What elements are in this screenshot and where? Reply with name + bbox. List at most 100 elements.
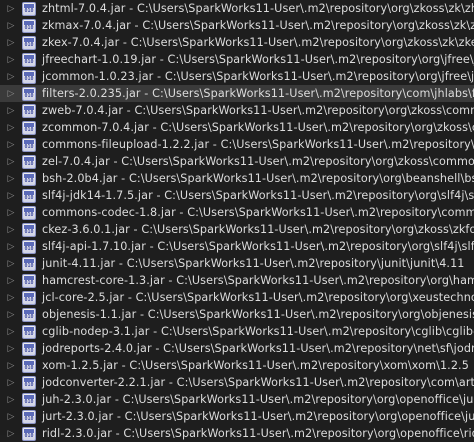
jar-name: zcommon-7.0.4.jar [42,121,149,134]
jar-path: C:\Users\SparkWorks11-User\.m2\repositor… [121,155,474,168]
tree-row[interactable]: ▷ zweb-7.0.4.jar - C:\Users\SparkWorks11-… [0,102,474,119]
jar-path: C:\Users\SparkWorks11-User\.m2\repositor… [128,172,474,185]
tree-row-label: jurt-2.3.0.jar - C:\Users\SparkWorks11-U… [42,410,474,423]
tree-row-label: ridl-2.3.0.jar - C:\Users\SparkWorks11-U… [42,427,474,440]
tree-row[interactable]: ▷ zhtml-7.0.4.jar - C:\Users\SparkWorks11… [0,0,474,17]
jar-name: jodreports-2.4.0.jar [42,342,152,355]
jar-path: C:\Users\SparkWorks11-User\.m2\repositor… [187,206,474,219]
jar-path: C:\Users\SparkWorks11-User\.m2\repositor… [147,308,474,321]
chevron-right-icon[interactable]: ▷ [0,170,22,187]
chevron-right-icon[interactable]: ▷ [0,136,22,153]
jar-file-icon [22,120,36,135]
chevron-right-icon[interactable]: ▷ [0,34,22,51]
tree-row[interactable]: ▷ juh-2.3.0.jar - C:\Users\SparkWorks11-U… [0,391,474,408]
jar-file-icon [22,392,36,407]
tree-row-label: slf4j-jdk14-1.7.5.jar - C:\Users\SparkWo… [42,189,474,202]
jar-path: C:\Users\SparkWorks11-User\.m2\repositor… [135,291,474,304]
jar-name: objenesis-1.1.jar [42,308,137,321]
jar-file-icon [22,18,36,33]
tree-row[interactable]: ▷ commons-fileupload-1.2.2.jar - C:\Users… [0,136,474,153]
maven-dependencies-tree: ▷ zhtml-7.0.4.jar - C:\Users\SparkWorks11… [0,0,474,441]
chevron-right-icon[interactable]: ▷ [0,306,22,323]
tree-row[interactable]: ▷ jfreechart-1.0.19.jar - C:\Users\SparkW… [0,51,474,68]
chevron-right-icon[interactable]: ▷ [0,153,22,170]
tree-row[interactable]: ▷ cglib-nodep-3.1.jar - C:\Users\SparkWor… [0,323,474,340]
tree-row[interactable]: ▷ xom-1.2.5.jar - C:\Users\SparkWorks11-U… [0,357,474,374]
tree-row-label: bsh-2.0b4.jar - C:\Users\SparkWorks11-Us… [42,172,474,185]
tree-row-label: zel-7.0.4.jar - C:\Users\SparkWorks11-Us… [42,155,474,168]
tree-row-label: commons-codec-1.8.jar - C:\Users\SparkWo… [42,206,474,219]
jar-name: zkex-7.0.4.jar [42,36,120,49]
jar-path: C:\Users\SparkWorks11-User\.m2\repositor… [164,70,474,83]
tree-row-label: zkmax-7.0.4.jar - C:\Users\SparkWorks11-… [42,19,474,32]
jar-name: zweb-7.0.4.jar [42,104,124,117]
chevron-right-icon[interactable]: ▷ [0,425,22,442]
jar-path: C:\Users\SparkWorks11-User\.m2\repositor… [129,359,469,372]
tree-row[interactable]: ▷ filters-2.0.235.jar - C:\Users\SparkWor… [0,85,474,102]
jar-file-icon [22,239,36,254]
tree-row[interactable]: ▷ ridl-2.3.0.jar - C:\Users\SparkWorks11-… [0,425,474,442]
tree-row[interactable]: ▷ zel-7.0.4.jar - C:\Users\SparkWorks11-U… [0,153,474,170]
chevron-right-icon[interactable]: ▷ [0,51,22,68]
chevron-right-icon[interactable]: ▷ [0,85,22,102]
separator: - [148,121,161,134]
separator: - [152,189,165,202]
tree-row[interactable]: ▷ zkex-7.0.4.jar - C:\Users\SparkWorks11-… [0,34,474,51]
jar-path: C:\Users\SparkWorks11-User\.m2\repositor… [176,274,474,287]
jar-name: ckez-3.6.0.1.jar [42,223,130,236]
tree-row-label: objenesis-1.1.jar - C:\Users\SparkWorks1… [42,308,474,321]
tree-row[interactable]: ▷ zkmax-7.0.4.jar - C:\Users\SparkWorks11… [0,17,474,34]
tree-row[interactable]: ▷ slf4j-api-1.7.10.jar - C:\Users\SparkWo… [0,238,474,255]
tree-row[interactable]: ▷ slf4j-jdk14-1.7.5.jar - C:\Users\SparkW… [0,187,474,204]
tree-row[interactable]: ▷ jurt-2.3.0.jar - C:\Users\SparkWorks11-… [0,408,474,425]
tree-row[interactable]: ▷ jcl-core-2.5.jar - C:\Users\SparkWorks1… [0,289,474,306]
jar-file-icon [22,324,36,339]
tree-row[interactable]: ▷ junit-4.11.jar - C:\Users\SparkWorks11-… [0,255,474,272]
chevron-right-icon[interactable]: ▷ [0,272,22,289]
jar-file-icon [22,290,36,305]
tree-row-label: slf4j-api-1.7.10.jar - C:\Users\SparkWor… [42,240,474,253]
jar-file-icon [22,171,36,186]
chevron-right-icon[interactable]: ▷ [0,374,22,391]
separator: - [164,274,177,287]
chevron-right-icon[interactable]: ▷ [0,0,22,17]
tree-row[interactable]: ▷ jodconverter-2.2.1.jar - C:\Users\Spark… [0,374,474,391]
chevron-right-icon[interactable]: ▷ [0,119,22,136]
tree-row[interactable]: ▷ commons-codec-1.8.jar - C:\Users\SparkW… [0,204,474,221]
chevron-right-icon[interactable]: ▷ [0,408,22,425]
tree-row[interactable]: ▷ jodreports-2.4.0.jar - C:\Users\SparkWo… [0,340,474,357]
tree-row[interactable]: ▷ zcommon-7.0.4.jar - C:\Users\SparkWorks… [0,119,474,136]
jar-path: C:\Users\SparkWorks11-User\.m2\repositor… [163,342,474,355]
jar-path: C:\Users\SparkWorks11-User\.m2\repositor… [157,240,474,253]
jar-name: jurt-2.3.0.jar [42,410,114,423]
tree-row[interactable]: ▷ hamcrest-core-1.3.jar - C:\Users\SparkW… [0,272,474,289]
tree-row[interactable]: ▷ jcommon-1.0.23.jar - C:\Users\SparkWork… [0,68,474,85]
chevron-right-icon[interactable]: ▷ [0,221,22,238]
tree-row[interactable]: ▷ ckez-3.6.0.1.jar - C:\Users\SparkWorks1… [0,221,474,238]
tree-row-label: ckez-3.6.0.1.jar - C:\Users\SparkWorks11… [42,223,474,236]
chevron-right-icon[interactable]: ▷ [0,391,22,408]
tree-row-label: cglib-nodep-3.1.jar - C:\Users\SparkWork… [42,325,474,338]
chevron-right-icon[interactable]: ▷ [0,323,22,340]
chevron-right-icon[interactable]: ▷ [0,187,22,204]
chevron-right-icon[interactable]: ▷ [0,255,22,272]
chevron-right-icon[interactable]: ▷ [0,340,22,357]
jar-file-icon [22,205,36,220]
tree-row[interactable]: ▷ bsh-2.0b4.jar - C:\Users\SparkWorks11-U… [0,170,474,187]
jar-name: juh-2.3.0.jar [42,393,112,406]
jar-name: slf4j-jdk14-1.7.5.jar [42,189,153,202]
jar-file-icon [22,69,36,84]
chevron-right-icon[interactable]: ▷ [0,102,22,119]
chevron-right-icon[interactable]: ▷ [0,204,22,221]
chevron-right-icon[interactable]: ▷ [0,17,22,34]
chevron-right-icon[interactable]: ▷ [0,68,22,85]
chevron-right-icon[interactable]: ▷ [0,289,22,306]
jar-path: C:\Users\SparkWorks11-User\.m2\repositor… [136,2,474,15]
chevron-right-icon[interactable]: ▷ [0,238,22,255]
chevron-right-icon[interactable]: ▷ [0,357,22,374]
jar-name: commons-codec-1.8.jar [42,206,176,219]
tree-row-label: xom-1.2.5.jar - C:\Users\SparkWorks11-Us… [42,359,469,372]
tree-row-label: jfreechart-1.0.19.jar - C:\Users\SparkWo… [42,53,474,66]
separator: - [165,376,177,389]
tree-row[interactable]: ▷ objenesis-1.1.jar - C:\Users\SparkWorks… [0,306,474,323]
